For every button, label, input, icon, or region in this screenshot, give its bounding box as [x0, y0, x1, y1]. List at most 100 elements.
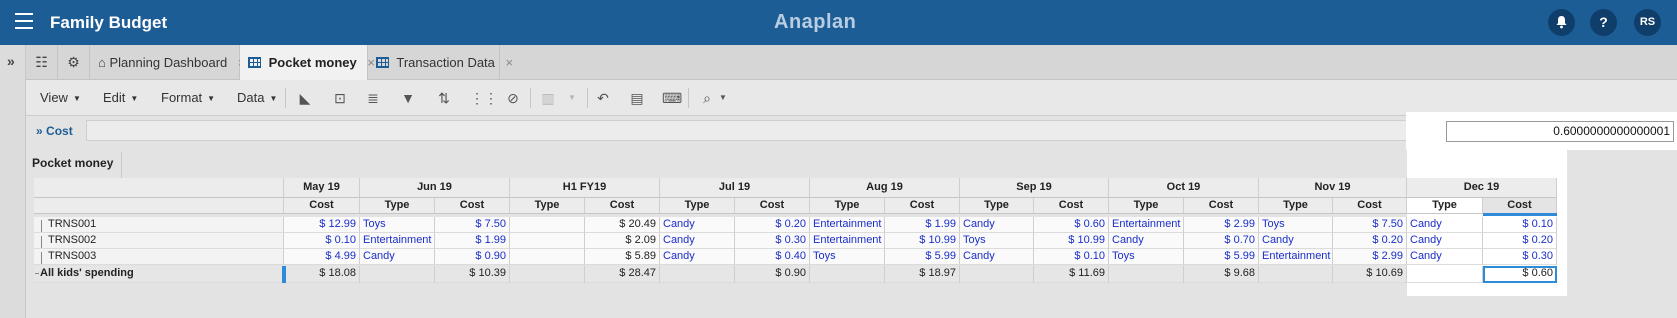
tab-transaction-data[interactable]: Transaction Data × — [368, 45, 513, 80]
data-cell[interactable]: $ 5.99 — [885, 249, 960, 265]
total-cell[interactable]: $ 11.69 — [1034, 266, 1109, 283]
formula-line-item[interactable]: » Cost — [36, 124, 73, 138]
data-cell[interactable]: $ 2.99 — [1184, 217, 1259, 233]
col-header-type[interactable]: Type — [960, 198, 1034, 214]
search-caret-icon[interactable]: ▼ — [714, 89, 732, 107]
data-cell[interactable]: $ 20.49 — [585, 217, 660, 233]
filter-icon[interactable]: ▼ — [399, 89, 417, 107]
selected-total-cell[interactable]: $ 0.60 — [1483, 266, 1557, 283]
close-icon[interactable]: × — [506, 55, 514, 70]
data-cell[interactable]: Toys — [360, 217, 435, 233]
period-header[interactable]: H1 FY19 — [510, 178, 660, 198]
help-icon[interactable]: ? — [1590, 9, 1617, 36]
tab-planning-dashboard[interactable]: ⌂ Planning Dashboard × — [90, 45, 246, 80]
col-header-type[interactable]: Type — [1407, 198, 1483, 214]
period-header[interactable]: Jun 19 — [360, 178, 510, 198]
data-cell[interactable]: Candy — [1407, 217, 1483, 233]
col-header-type[interactable]: Type — [360, 198, 435, 214]
data-cell[interactable]: $ 0.60 — [1034, 217, 1109, 233]
data-cell[interactable]: Entertainment — [1109, 217, 1184, 233]
data-cell[interactable]: Toys — [960, 233, 1034, 249]
total-row-label[interactable]: All kids' spending — [34, 266, 284, 283]
total-cell[interactable]: $ 18.08 — [284, 266, 360, 283]
data-cell[interactable]: Candy — [660, 249, 735, 265]
data-cell[interactable]: Entertainment — [810, 233, 885, 249]
data-cell[interactable]: $ 0.70 — [1184, 233, 1259, 249]
menu-format[interactable]: Format ▼ — [161, 80, 215, 116]
data-cell[interactable]: Toys — [1109, 249, 1184, 265]
col-header-type[interactable]: Type — [510, 198, 585, 214]
data-cell[interactable]: $ 0.90 — [435, 249, 510, 265]
data-cell[interactable]: $ 10.99 — [1034, 233, 1109, 249]
data-cell[interactable] — [510, 233, 585, 249]
chart-icon[interactable]: ▥ — [539, 89, 557, 107]
row-label[interactable]: TRNS002 — [34, 233, 284, 249]
data-cell[interactable]: Candy — [1259, 233, 1333, 249]
data-cell[interactable]: Candy — [1407, 233, 1483, 249]
chart-caret-icon[interactable]: ▼ — [563, 89, 581, 107]
data-cell[interactable]: $ 7.50 — [1333, 217, 1407, 233]
col-header-type[interactable]: Type — [810, 198, 885, 214]
col-header-cost[interactable]: Cost — [284, 198, 360, 214]
data-cell[interactable]: $ 0.20 — [1333, 233, 1407, 249]
data-cell[interactable]: Candy — [360, 249, 435, 265]
freeze-icon[interactable]: ⊡ — [331, 89, 349, 107]
total-cell[interactable]: $ 9.68 — [1184, 266, 1259, 283]
data-cell[interactable]: Entertainment — [810, 217, 885, 233]
col-header-cost[interactable]: Cost — [1184, 198, 1259, 214]
tab-pocket-money[interactable]: Pocket money × — [240, 45, 375, 80]
data-cell[interactable]: $ 0.10 — [1483, 217, 1557, 233]
menu-view[interactable]: View ▼ — [40, 80, 81, 116]
period-header[interactable]: Nov 19 — [1259, 178, 1407, 198]
data-cell[interactable]: Entertainment — [1259, 249, 1333, 265]
zero-suppress-icon[interactable]: ⊘ — [504, 89, 522, 107]
data-cell[interactable]: $ 4.99 — [284, 249, 360, 265]
indent-icon[interactable]: ≣ — [364, 89, 382, 107]
formula-input[interactable] — [86, 120, 1426, 141]
contents-icon[interactable]: ☷ — [26, 45, 58, 80]
row-label[interactable]: TRNS001 — [34, 217, 284, 233]
bell-icon[interactable] — [1548, 9, 1575, 36]
menu-edit[interactable]: Edit ▼ — [103, 80, 138, 116]
data-cell[interactable]: $ 2.99 — [1333, 249, 1407, 265]
collapse-icon[interactable]: » — [36, 124, 43, 138]
expand-panel-icon[interactable]: » — [7, 53, 15, 69]
hamburger-menu-icon[interactable] — [15, 13, 33, 29]
data-cell[interactable]: $ 0.20 — [735, 217, 810, 233]
avatar[interactable]: RS — [1634, 9, 1661, 36]
data-cell[interactable] — [510, 217, 585, 233]
total-cell[interactable]: $ 18.97 — [885, 266, 960, 283]
col-header-cost[interactable]: Cost — [885, 198, 960, 214]
data-cell[interactable]: Candy — [960, 217, 1034, 233]
col-header-type[interactable]: Type — [1259, 198, 1333, 214]
period-header[interactable]: Jul 19 — [660, 178, 810, 198]
data-cell[interactable]: $ 0.10 — [1034, 249, 1109, 265]
pivot-icon[interactable]: ◣ — [296, 89, 314, 107]
row-label[interactable]: TRNS003 — [34, 249, 284, 265]
col-header-cost[interactable]: Cost — [585, 198, 660, 214]
sort-icon[interactable]: ⇅ — [435, 89, 453, 107]
data-cell[interactable]: $ 2.09 — [585, 233, 660, 249]
data-cell[interactable]: Candy — [660, 217, 735, 233]
data-cell[interactable]: $ 0.10 — [284, 233, 360, 249]
data-cell[interactable]: $ 5.99 — [1184, 249, 1259, 265]
data-cell[interactable]: $ 1.99 — [435, 233, 510, 249]
undo-icon[interactable]: ↶ — [594, 89, 612, 107]
data-cell[interactable]: Candy — [660, 233, 735, 249]
data-cell[interactable]: $ 12.99 — [284, 217, 360, 233]
data-cell[interactable]: $ 1.99 — [885, 217, 960, 233]
data-cell[interactable]: $ 0.30 — [735, 233, 810, 249]
period-header[interactable]: Sep 19 — [960, 178, 1109, 198]
data-cell[interactable]: $ 0.30 — [1483, 249, 1557, 265]
col-header-cost[interactable]: Cost — [435, 198, 510, 214]
data-cell[interactable] — [510, 249, 585, 265]
show-hide-icon[interactable]: ⋮⋮ — [470, 89, 498, 107]
data-cell[interactable]: $ 7.50 — [435, 217, 510, 233]
data-cell[interactable]: Toys — [1259, 217, 1333, 233]
menu-data[interactable]: Data ▼ — [237, 80, 277, 116]
col-header-cost[interactable]: Cost — [1483, 198, 1557, 214]
total-cell[interactable]: $ 0.90 — [735, 266, 810, 283]
data-cell[interactable]: Candy — [1109, 233, 1184, 249]
total-cell[interactable]: $ 10.69 — [1333, 266, 1407, 283]
data-cell[interactable]: Entertainment — [360, 233, 435, 249]
